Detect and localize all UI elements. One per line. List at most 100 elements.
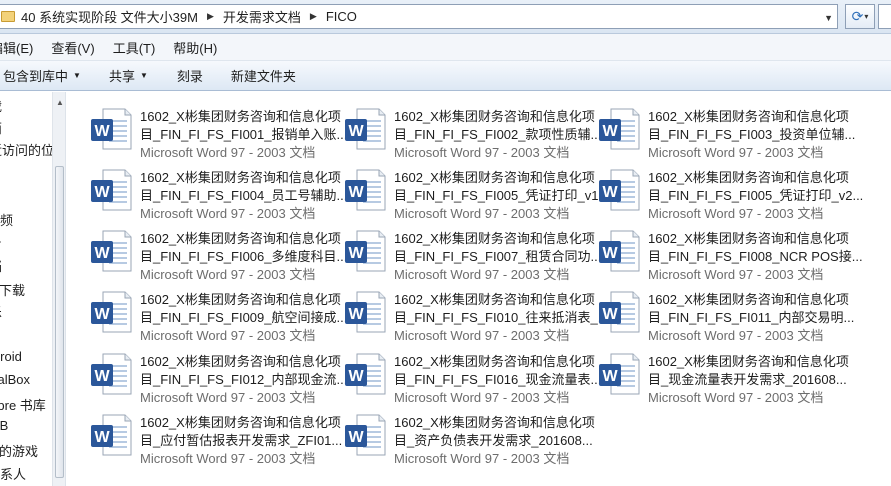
file-name-line2: 目_资产负债表开发需求_201608... (394, 433, 593, 448)
file-item[interactable]: W 1602_X彬集团财务咨询和信息化项 目_FIN_FI_FS_FI016_现金流… (321, 343, 601, 405)
file-name-line2: 目_FIN_FI_FS_FI004_员工号辅助... (140, 188, 348, 203)
file-name-line2: 目_FIN_FI_FS_FI016_现金流量表... (394, 372, 602, 387)
nav-item-calibre[interactable]: Calibre 书库 (0, 395, 46, 414)
file-name-line1: 1602_X彬集团财务咨询和信息化项 (140, 170, 341, 185)
file-item[interactable]: W 1602_X彬集团财务咨询和信息化项 目_FIN_FI_FS_FI001_报销单… (67, 98, 347, 160)
refresh-icon: ⟳ (851, 8, 864, 24)
word-doc-icon: W (599, 230, 640, 272)
svg-text:W: W (348, 123, 364, 140)
include-in-library-button[interactable]: 包含到库中 ▼ (3, 66, 81, 85)
breadcrumb-separator-icon[interactable]: ▶ (207, 11, 214, 22)
file-type: Microsoft Word 97 - 2003 文档 (140, 328, 316, 343)
file-name-line2: 目_应付暂估报表开发需求_ZFI01... (140, 433, 343, 448)
file-name-line1: 1602_X彬集团财务咨询和信息化项 (140, 415, 341, 430)
svg-text:W: W (602, 368, 618, 385)
burn-label: 刻录 (176, 69, 203, 84)
file-name-line2: 目_FIN_FI_FS_FI005_凭证打印_v2... (648, 188, 864, 203)
address-field[interactable]: 40 系统实现阶段 文件大小39M ▶ 开发需求文档 ▶ FICO ▼ (0, 4, 838, 29)
scroll-up-icon[interactable]: ▲ (56, 98, 64, 107)
nav-item-music[interactable]: 乐 (0, 302, 2, 321)
file-type: Microsoft Word 97 - 2003 文档 (648, 328, 824, 343)
breadcrumb-dev-docs[interactable]: 开发需求文档 (223, 7, 301, 26)
svg-text:W: W (602, 184, 618, 201)
file-name-line2: 目_FIN_FI_FS_FI008_NCR POS接... (648, 249, 863, 264)
file-name-line2: 目_FIN_FI_FS_FI011_内部交易明... (648, 310, 855, 325)
file-item[interactable]: W 1602_X彬集团财务咨询和信息化项 目_FIN_FI_FS_FI005_凭证打… (575, 159, 863, 221)
file-name-line1: 1602_X彬集团财务咨询和信息化项 (648, 109, 849, 124)
nav-item-library[interactable]: 视频 (0, 210, 13, 229)
svg-text:W: W (348, 306, 364, 323)
file-name-line1: 1602_X彬集团财务咨询和信息化项 (140, 292, 341, 307)
word-doc-icon: W (599, 291, 640, 333)
file-item[interactable]: W 1602_X彬集团财务咨询和信息化项 目_资产负债表开发需求_201608...… (321, 404, 595, 466)
file-name-line1: 1602_X彬集团财务咨询和信息化项 (394, 292, 595, 307)
word-doc-icon: W (91, 230, 132, 272)
nav-item-b[interactable]: Ⅲ B (0, 418, 8, 434)
file-item[interactable]: W 1602_X彬集团财务咨询和信息化项 目_现金流量表开发需求_201608...… (575, 343, 849, 405)
word-doc-icon: W (345, 291, 386, 333)
menu-view[interactable]: 查看(V) (51, 38, 94, 57)
scrollbar-thumb[interactable] (55, 166, 64, 478)
word-doc-icon: W (345, 169, 386, 211)
file-item[interactable]: W 1602_X彬集团财务咨询和信息化项 目_FIN_FI_FS_FI012_内部现… (67, 343, 347, 405)
nav-item-desktop[interactable]: 面 (0, 118, 2, 137)
file-name-line1: 1602_X彬集团财务咨询和信息化项 (648, 354, 849, 369)
refresh-dropdown-icon: ▾ (864, 12, 869, 21)
svg-text:W: W (348, 245, 364, 262)
file-item[interactable]: W 1602_X彬集团财务咨询和信息化项 目_FIN_FI_FS_FI006_多维度… (67, 220, 347, 282)
file-type: Microsoft Word 97 - 2003 文档 (140, 451, 316, 466)
address-bar: 40 系统实现阶段 文件大小39M ▶ 开发需求文档 ▶ FICO ▼ ⟳ ▾ (0, 0, 891, 34)
word-doc-icon: W (345, 230, 386, 272)
burn-button[interactable]: 刻录 (177, 66, 203, 85)
nav-item-saved-games[interactable]: 保存的游戏 (0, 441, 38, 460)
file-item[interactable]: W 1602_X彬集团财务咨询和信息化项 目_FIN_FI_FS_FI007_租赁合… (321, 220, 601, 282)
chevron-down-icon: ▼ (139, 71, 148, 80)
menu-tools[interactable]: 工具(T) (113, 38, 156, 57)
svg-text:W: W (94, 368, 110, 385)
file-name-line2: 目_FIN_FI_FS_FI001_报销单入账... (140, 127, 348, 142)
share-button[interactable]: 共享 ▼ (109, 66, 148, 85)
nav-item-pictures[interactable]: 片 (0, 234, 2, 253)
nav-item-thunder-downloads[interactable]: 迅雷下载 (0, 280, 25, 299)
nav-item-android[interactable]: Android (0, 349, 22, 364)
nav-item-contacts[interactable]: 联系人 (0, 464, 26, 483)
svg-text:W: W (602, 245, 618, 262)
svg-text:W: W (94, 123, 110, 140)
menu-help[interactable]: 帮助(H) (173, 38, 217, 57)
word-doc-icon: W (599, 108, 640, 150)
command-toolbar: 包含到库中 ▼ 共享 ▼ 刻录 新建文件夹 (0, 61, 891, 91)
search-box[interactable] (878, 4, 891, 29)
share-label: 共享 (108, 69, 135, 84)
file-name-line1: 1602_X彬集团财务咨询和信息化项 (648, 231, 849, 246)
file-item[interactable]: W 1602_X彬集团财务咨询和信息化项 目_FIN_FI_FS_FI010_往来抵… (321, 281, 609, 343)
file-item[interactable]: W 1602_X彬集团财务咨询和信息化项 目_FIN_FI_FS_FI003_投资单… (575, 98, 855, 160)
nav-item-documents[interactable]: 档 (0, 256, 2, 275)
folder-icon (1, 11, 15, 22)
breadcrumb-fico[interactable]: FICO (326, 9, 357, 24)
menu-edit[interactable]: 编辑(E) (0, 38, 33, 57)
nav-scrollbar[interactable]: ▲ (52, 92, 65, 486)
file-item[interactable]: W 1602_X彬集团财务咨询和信息化项 目_应付暂估报表开发需求_ZFI01...… (67, 404, 342, 466)
file-name-line2: 目_FIN_FI_FS_FI007_租赁合同功... (394, 249, 602, 264)
word-doc-icon: W (91, 353, 132, 395)
breadcrumb-system-stage[interactable]: 40 系统实现阶段 文件大小39M (21, 7, 198, 26)
file-item[interactable]: W 1602_X彬集团财务咨询和信息化项 目_FIN_FI_FS_FI002_款项性… (321, 98, 601, 160)
file-item[interactable]: W 1602_X彬集团财务咨询和信息化项 目_FIN_FI_FS_FI011_内部交… (575, 281, 854, 343)
refresh-button[interactable]: ⟳ ▾ (845, 4, 875, 29)
nav-item-virtualbox[interactable]: VirtualBox (0, 372, 30, 387)
file-item[interactable]: W 1602_X彬集团财务咨询和信息化项 目_FIN_FI_FS_FI004_员工号… (67, 159, 347, 221)
file-item[interactable]: W 1602_X彬集团财务咨询和信息化项 目_FIN_FI_FS_FI009_航空间… (67, 281, 347, 343)
nav-item-downloads[interactable]: 载 (0, 96, 2, 115)
file-type: Microsoft Word 97 - 2003 文档 (394, 328, 570, 343)
file-name-line2: 目_FIN_FI_FS_FI006_多维度科目... (140, 249, 348, 264)
file-name-line1: 1602_X彬集团财务咨询和信息化项 (394, 109, 595, 124)
svg-text:W: W (94, 245, 110, 262)
breadcrumb-separator-icon[interactable]: ▶ (310, 11, 317, 22)
svg-text:W: W (348, 429, 364, 446)
svg-text:W: W (94, 306, 110, 323)
file-item[interactable]: W 1602_X彬集团财务咨询和信息化项 目_FIN_FI_FS_FI005_凭证打… (321, 159, 609, 221)
new-folder-button[interactable]: 新建文件夹 (231, 66, 296, 85)
word-doc-icon: W (599, 353, 640, 395)
address-dropdown-icon[interactable]: ▼ (824, 13, 833, 23)
file-item[interactable]: W 1602_X彬集团财务咨询和信息化项 目_FIN_FI_FS_FI008_NCR… (575, 220, 863, 282)
